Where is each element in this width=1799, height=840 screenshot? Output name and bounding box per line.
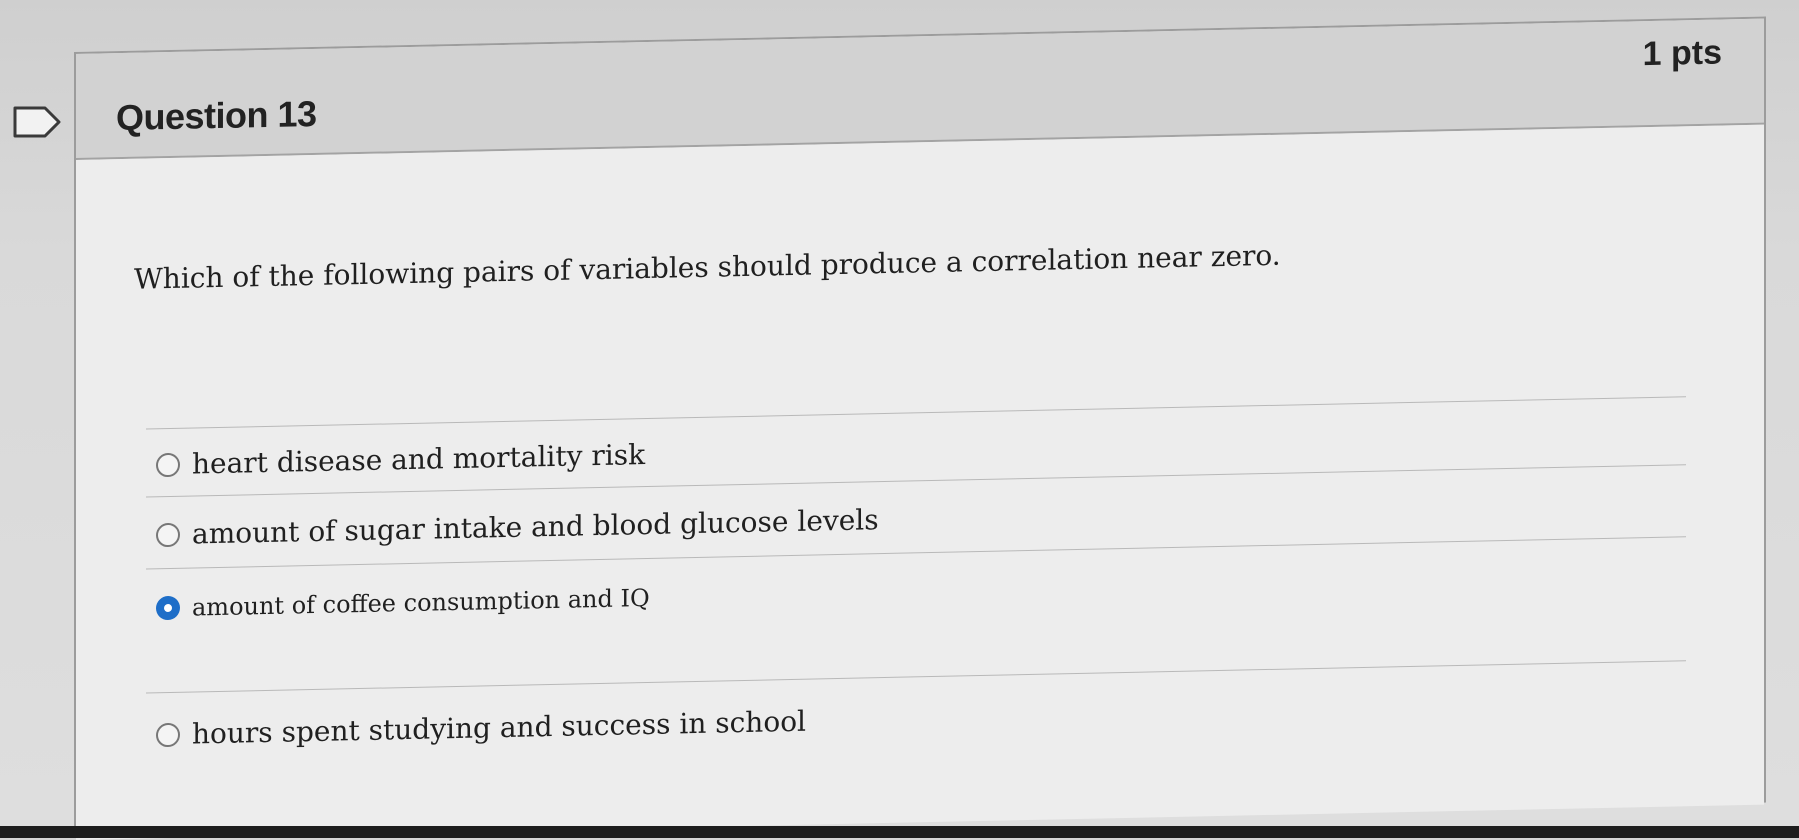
answers-divider <box>146 396 1686 430</box>
radio-button[interactable] <box>156 452 180 477</box>
answer-option-3[interactable]: amount of coffee consumption and IQ <box>156 584 650 622</box>
question-title: Question 13 <box>116 92 317 139</box>
question-body: Which of the following pairs of variable… <box>76 124 1764 840</box>
bookmark-flag-icon[interactable] <box>12 104 64 140</box>
question-points: 1 pts <box>1642 33 1722 74</box>
answer-label: hours spent studying and success in scho… <box>192 704 807 751</box>
answer-label: amount of coffee consumption and IQ <box>192 583 650 622</box>
answer-option-4[interactable]: hours spent studying and success in scho… <box>156 705 806 752</box>
answer-option-2[interactable]: amount of sugar intake and blood glucose… <box>156 503 879 551</box>
question-card: Question 13 1 pts Which of the following… <box>74 16 1766 840</box>
radio-button-selected[interactable] <box>156 595 180 621</box>
question-prompt: Which of the following pairs of variable… <box>134 238 1281 296</box>
answer-option-1[interactable]: heart disease and mortality risk <box>156 438 645 481</box>
radio-button[interactable] <box>156 722 180 747</box>
answer-divider <box>146 660 1686 694</box>
radio-button[interactable] <box>156 522 180 547</box>
answer-label: amount of sugar intake and blood glucose… <box>192 503 879 551</box>
screen-bezel <box>0 826 1799 838</box>
answer-label: heart disease and mortality risk <box>192 438 646 481</box>
